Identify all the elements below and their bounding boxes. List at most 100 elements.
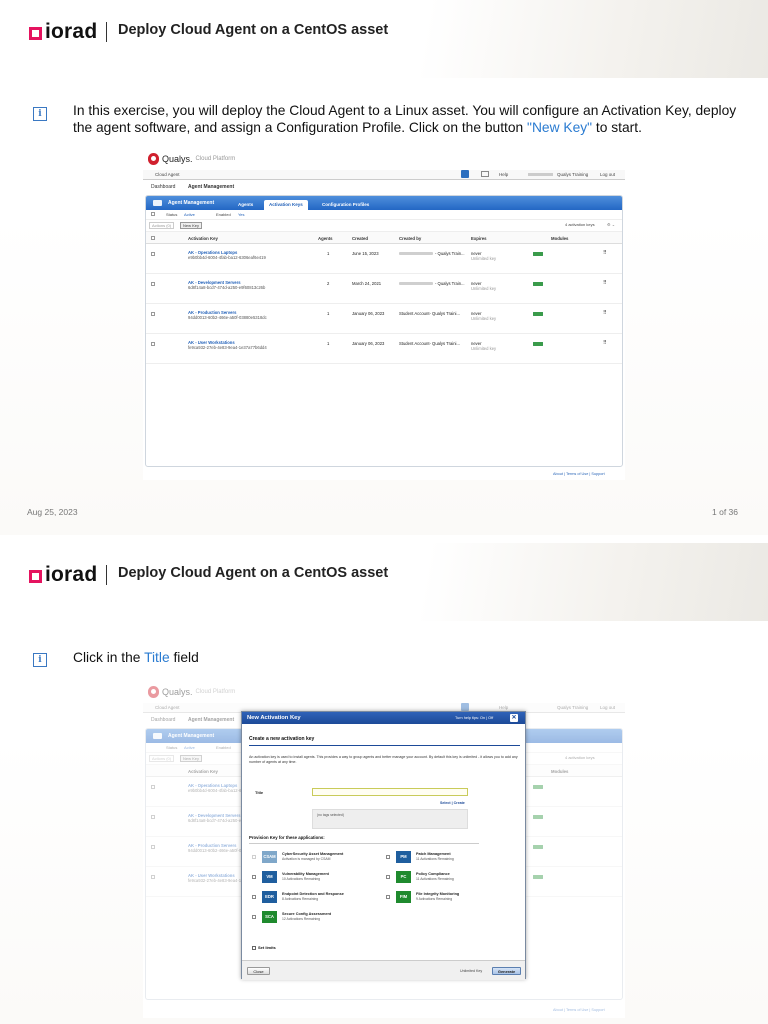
generate-button[interactable]: Generate — [492, 967, 521, 975]
page-header: iorad Deploy Cloud Agent on a CentOS ass… — [0, 543, 768, 621]
creator-redacted — [399, 252, 433, 255]
table-row[interactable]: AK - Operations Laptopse9b0bb4d-6004-4fa… — [146, 244, 622, 274]
app-checkbox[interactable] — [386, 855, 390, 859]
created-by: Student Account- Qualys Traini... — [399, 311, 460, 316]
row-menu-icon[interactable]: ⠿ — [603, 250, 607, 256]
enabled-filter[interactable]: Yes — [238, 212, 245, 217]
app-remaining: 11 Activations Remaining — [416, 877, 454, 881]
status-filter[interactable]: Active — [184, 212, 195, 217]
app-checkbox[interactable] — [252, 875, 256, 879]
info-icon: i — [33, 107, 47, 121]
app-checkbox[interactable] — [252, 915, 256, 919]
module-badge — [533, 282, 543, 286]
app-option-pm[interactable]: PM Patch Management 11 Activations Remaini… — [386, 851, 454, 863]
app-checkbox[interactable] — [252, 855, 256, 859]
tab-activation-keys[interactable]: Activation Keys — [264, 200, 308, 210]
app-option-fim[interactable]: FIM File Integrity Monitoring 9 Activation… — [386, 891, 459, 903]
app-remaining: 8 Activations Remaining — [282, 897, 319, 901]
user-name-redacted — [528, 173, 553, 176]
iorad-logo: iorad — [29, 20, 97, 44]
app-code-badge: FIM — [396, 891, 411, 903]
subnav-agent-management[interactable]: Agent Management — [188, 184, 234, 190]
key-count: 4 activation keys — [565, 222, 595, 227]
row-checkbox[interactable] — [151, 312, 155, 316]
app-switch-icon[interactable] — [461, 170, 469, 178]
qualys-topbar: Qualys.Cloud Platform — [143, 150, 625, 170]
filter-row: Status Active Enabled Yes — [146, 210, 622, 220]
select-all-checkbox[interactable] — [151, 236, 155, 240]
provision-divider — [249, 843, 479, 844]
page-2: iorad Deploy Cloud Agent on a CentOS ass… — [0, 543, 768, 1024]
info-icon: i — [33, 653, 47, 667]
row-checkbox[interactable] — [151, 342, 155, 346]
row-checkbox[interactable] — [151, 282, 155, 286]
mail-icon[interactable] — [481, 171, 489, 177]
header-divider — [106, 22, 107, 42]
close-button[interactable]: Close — [247, 967, 270, 975]
tab-agents[interactable]: Agents — [233, 200, 258, 210]
app-code-badge: SCA — [262, 911, 277, 923]
app-code-badge: PM — [396, 851, 411, 863]
app-option-sca[interactable]: SCA Secure Config Assessment 12 Activation… — [252, 911, 331, 923]
tab-configuration-profiles[interactable]: Configuration Profiles — [317, 200, 374, 210]
table-row[interactable]: AK - Development Servers6d8f14a8-bcd7-47… — [146, 274, 622, 304]
filter-checkbox[interactable] — [151, 212, 155, 216]
key-id: e9b0bb4d-6004-4fab-ba12-6306eaf6e419 — [188, 255, 266, 260]
app-remaining: 10 Activations Remaining — [282, 877, 321, 881]
help-tips-toggle[interactable]: Turn help tips: On | Off — [455, 716, 493, 720]
provision-heading: Provision Key for these applications: — [249, 835, 325, 840]
app-checkbox[interactable] — [386, 895, 390, 899]
app-remaining: 11 Activations Remaining — [416, 857, 454, 861]
new-key-button[interactable]: New Key — [180, 222, 203, 229]
title-field[interactable] — [312, 788, 468, 796]
app-code-badge: VM — [262, 871, 277, 883]
instruction-text: Click in the Title field — [73, 650, 199, 665]
actions-button[interactable]: Actions (0) — [149, 222, 175, 229]
agent-count: 1 — [327, 311, 330, 316]
footer-date: Aug 25, 2023 — [27, 507, 78, 517]
expires-sub: Unlimited key — [471, 256, 497, 261]
module-selector[interactable]: Cloud Agent — [155, 172, 180, 177]
settings-icon[interactable]: ⚙ ⌄ — [607, 222, 615, 227]
key-id: 6d8f14a8-bcd7-474d-a250-e9f60813c26b — [188, 285, 266, 290]
table-row[interactable]: AK - Production Servers94dd0013-60b2-466… — [146, 304, 622, 334]
tag-select-create-links[interactable]: Select | Create — [440, 801, 465, 805]
module-badge — [533, 342, 543, 346]
action-row: Actions (0) New Key 4 activation keys ⚙ … — [146, 220, 622, 232]
dialog-description: An activation key is used to install age… — [249, 755, 518, 764]
agent-management-panel: Agent Management Agents Activation Keys … — [145, 195, 623, 467]
app-option-vm[interactable]: VM Vulnerability Management 10 Activations… — [252, 871, 329, 883]
row-menu-icon[interactable]: ⠿ — [603, 340, 607, 346]
qualys-footer-links[interactable]: About | Terms of Use | Support — [553, 472, 605, 476]
app-checkbox[interactable] — [386, 875, 390, 879]
set-limits-checkbox[interactable] — [252, 945, 256, 950]
set-limits-option[interactable]: Set limits — [252, 945, 276, 950]
unlimited-key-label: Unlimited Key — [460, 969, 483, 973]
agent-count: 1 — [327, 341, 330, 346]
dialog-body: Create a new activation key An activatio… — [246, 726, 523, 962]
user-menu[interactable]: Qualys Training — [557, 172, 588, 177]
logout-link[interactable]: Log out — [600, 172, 615, 177]
row-checkbox[interactable] — [151, 252, 155, 256]
created-date: March 24, 2021 — [352, 281, 382, 286]
tag-box[interactable]: (no tags selected) — [312, 809, 468, 829]
logo-text: iorad — [45, 563, 98, 586]
row-menu-icon[interactable]: ⠿ — [603, 280, 607, 286]
row-menu-icon[interactable]: ⠿ — [603, 310, 607, 316]
module-badge — [533, 312, 543, 316]
dialog-heading: Create a new activation key — [249, 736, 315, 742]
heading-divider — [249, 745, 520, 746]
app-checkbox[interactable] — [252, 895, 256, 899]
table-row[interactable]: AK - User Workstationsfe9ca932-27eb-4e83… — [146, 334, 622, 364]
header-divider — [106, 565, 107, 585]
app-option-edr[interactable]: EDR Endpoint Detection and Response 8 Acti… — [252, 891, 344, 903]
app-option-csam[interactable]: CSAM CyberSecurity Asset Management Activa… — [252, 851, 343, 863]
help-menu[interactable]: Help — [499, 172, 508, 177]
app-option-pc[interactable]: PC Policy Compliance 11 Activations Remain… — [386, 871, 454, 883]
subnav-dashboard[interactable]: Dashboard — [151, 184, 175, 190]
app-code-badge: EDR — [262, 891, 277, 903]
qualys-screenshot: Qualys.Cloud Platform Cloud Agent Help Q… — [143, 150, 625, 480]
panel-title: Agent Management — [168, 200, 215, 206]
dialog-footer: Close Unlimited Key Generate — [242, 960, 525, 980]
close-icon[interactable]: ✕ — [510, 714, 518, 722]
